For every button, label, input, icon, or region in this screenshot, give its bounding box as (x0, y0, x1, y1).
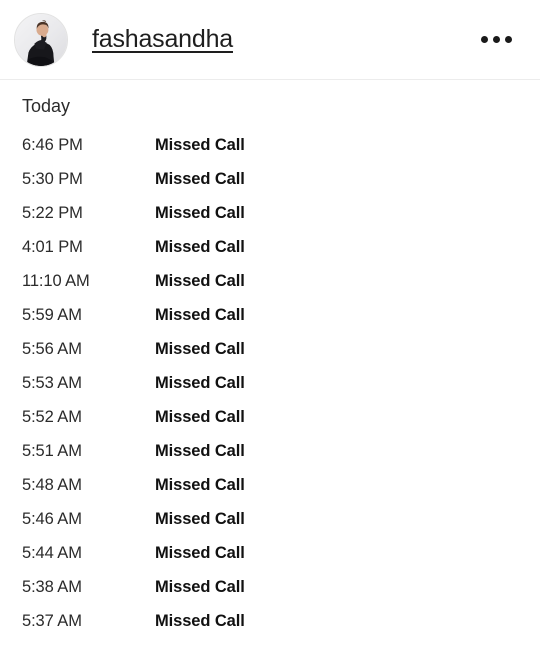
call-log-row[interactable]: 5:37 AM Missed Call (0, 604, 540, 638)
call-status: Missed Call (155, 373, 245, 392)
call-log-row[interactable]: 5:52 AM Missed Call (0, 400, 540, 434)
call-status: Missed Call (155, 271, 245, 290)
call-time: 11:10 AM (22, 271, 90, 290)
call-status: Missed Call (155, 339, 245, 358)
more-icon-dot-1 (481, 36, 488, 43)
more-icon-dot-3 (505, 36, 512, 43)
call-log-row[interactable]: 5:30 PM Missed Call (0, 162, 540, 196)
call-time: 5:22 PM (22, 203, 83, 222)
more-options-button[interactable] (477, 26, 516, 53)
call-time: 5:48 AM (22, 475, 82, 494)
call-status: Missed Call (155, 577, 245, 596)
profile-header: fashasandha (0, 0, 540, 80)
call-time: 4:01 PM (22, 237, 83, 256)
call-log-row[interactable]: 5:53 AM Missed Call (0, 366, 540, 400)
call-time: 5:30 PM (22, 169, 83, 188)
username-link[interactable]: fashasandha (92, 27, 233, 52)
call-log-row[interactable]: 6:46 PM Missed Call (0, 128, 540, 162)
call-time: 5:51 AM (22, 441, 82, 460)
avatar[interactable] (14, 12, 68, 67)
call-status: Missed Call (155, 305, 245, 324)
more-icon-dot-2 (493, 36, 500, 43)
call-log-row[interactable]: 11:10 AM Missed Call (0, 264, 540, 298)
call-log-row[interactable]: 4:01 PM Missed Call (0, 230, 540, 264)
call-status: Missed Call (155, 611, 245, 630)
call-status: Missed Call (155, 237, 245, 256)
call-status: Missed Call (155, 441, 245, 460)
call-time: 5:52 AM (22, 407, 82, 426)
call-log-row[interactable]: 5:59 AM Missed Call (0, 298, 540, 332)
call-status: Missed Call (155, 475, 245, 494)
call-time: 5:53 AM (22, 373, 82, 392)
call-status: Missed Call (155, 203, 245, 222)
call-status: Missed Call (155, 407, 245, 426)
call-log-row[interactable]: 5:48 AM Missed Call (0, 468, 540, 502)
call-time: 6:46 PM (22, 135, 83, 154)
call-log-list: Today 6:46 PM Missed Call 5:30 PM Missed Ca… (0, 80, 540, 638)
call-time: 5:37 AM (22, 611, 82, 630)
call-time: 5:46 AM (22, 509, 82, 528)
call-log-row[interactable]: 5:44 AM Missed Call (0, 536, 540, 570)
call-time: 5:38 AM (22, 577, 82, 596)
call-log-row[interactable]: 5:56 AM Missed Call (0, 332, 540, 366)
call-status: Missed Call (155, 169, 245, 188)
call-status: Missed Call (155, 135, 245, 154)
call-status: Missed Call (155, 543, 245, 562)
call-log-row[interactable]: 5:46 AM Missed Call (0, 502, 540, 536)
call-log-row[interactable]: 5:38 AM Missed Call (0, 570, 540, 604)
profile-photo-icon (15, 13, 67, 66)
call-status: Missed Call (155, 509, 245, 528)
call-time: 5:59 AM (22, 305, 82, 324)
call-rows-container: 6:46 PM Missed Call 5:30 PM Missed Call 5:22… (0, 128, 540, 638)
call-log-row[interactable]: 5:22 PM Missed Call (0, 196, 540, 230)
day-section-header: Today (22, 96, 71, 116)
call-time: 5:56 AM (22, 339, 82, 358)
call-time: 5:44 AM (22, 543, 82, 562)
call-log-row[interactable]: 5:51 AM Missed Call (0, 434, 540, 468)
call-history-screen: fashasandha Today 6:46 PM Missed Call 5:30… (0, 0, 540, 645)
